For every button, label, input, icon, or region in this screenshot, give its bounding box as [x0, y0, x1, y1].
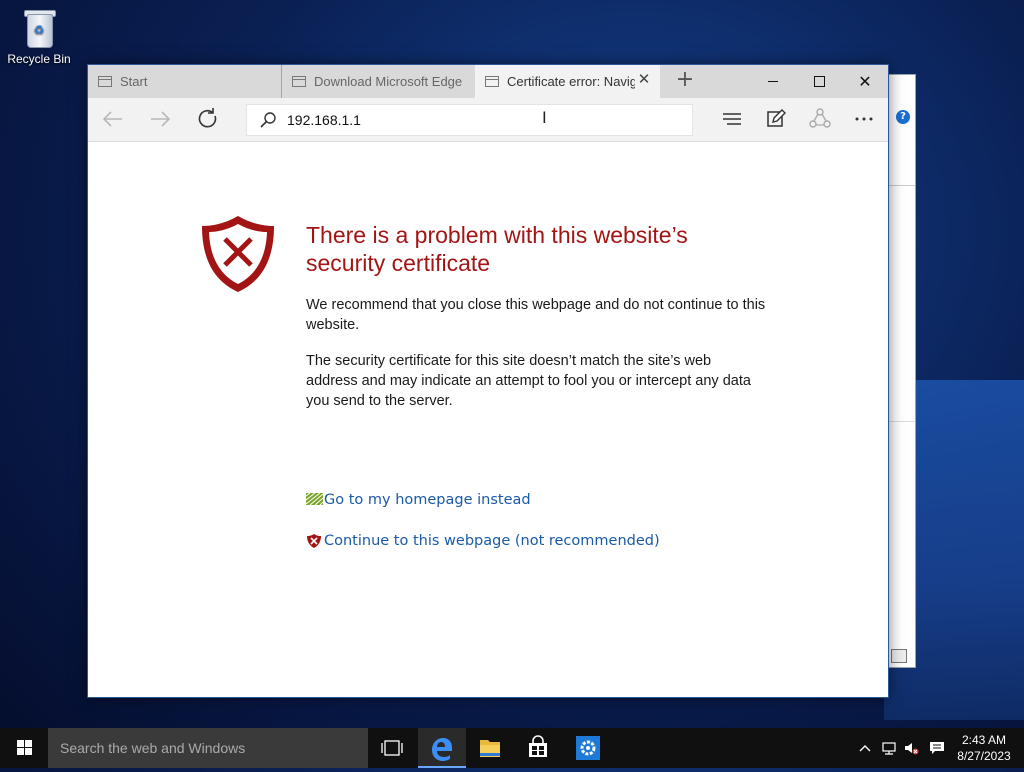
homepage-icon — [306, 493, 323, 506]
address-input[interactable] — [287, 109, 677, 131]
arrow-right-icon — [151, 111, 171, 127]
network-icon[interactable] — [881, 740, 897, 756]
chevron-up-icon[interactable] — [857, 740, 873, 756]
web-note-icon — [767, 109, 786, 127]
volume-muted-icon[interactable] — [903, 740, 919, 756]
page-content: There is a problem with this website’s s… — [88, 142, 888, 697]
page-icon — [485, 76, 499, 87]
small-shield-icon — [307, 534, 321, 548]
taskbar-search-box[interactable]: Search the web and Windows — [48, 728, 368, 768]
share-button[interactable] — [806, 105, 834, 133]
settings-taskbar-button[interactable] — [564, 728, 612, 768]
hub-button[interactable] — [718, 105, 746, 133]
arrow-left-icon — [102, 111, 122, 127]
action-center-icon[interactable] — [929, 740, 945, 756]
close-tab-icon[interactable]: ✕ — [636, 72, 652, 88]
help-icon[interactable]: ? — [896, 110, 910, 124]
search-icon — [260, 112, 276, 128]
edge-icon — [432, 738, 452, 761]
windows-logo-icon — [17, 740, 32, 755]
taskbar: Search the web and Windows 2:43 AM 8/27/… — [0, 728, 1024, 768]
tab-label: Start — [120, 74, 148, 89]
store-button[interactable] — [514, 728, 562, 768]
search-placeholder: Search the web and Windows — [60, 740, 246, 756]
new-tab-button[interactable]: + — [673, 69, 697, 93]
tab-label: Download Microsoft Edge — [314, 74, 463, 89]
continue-to-webpage-link[interactable]: Continue to this webpage (not recommende… — [306, 533, 660, 549]
error-heading: There is a problem with this website’s s… — [306, 222, 688, 276]
hub-icon — [723, 113, 741, 125]
continue-link-label: Continue to this webpage (not recommende… — [324, 533, 660, 549]
forward-button[interactable] — [145, 104, 175, 134]
page-icon — [98, 76, 112, 87]
recycle-bin-shortcut[interactable]: ♻ Recycle Bin — [6, 8, 72, 66]
clock-time: 2:43 AM — [961, 733, 1007, 747]
back-button[interactable] — [98, 104, 128, 134]
task-view-button[interactable] — [368, 728, 416, 768]
error-recommendation: We recommend that you close this webpage… — [306, 297, 766, 333]
edge-browser-window: Start Download Microsoft Edge Certificat… — [87, 64, 889, 698]
tab-start[interactable]: Start — [88, 65, 278, 98]
file-explorer-button[interactable] — [466, 728, 514, 768]
more-actions-button[interactable] — [850, 105, 878, 133]
start-button[interactable] — [0, 728, 48, 768]
maximize-button[interactable] — [796, 65, 842, 98]
tab-certificate-error[interactable]: Certificate error: Navigation blocked ✕ — [475, 65, 660, 98]
task-view-icon — [381, 740, 403, 756]
tab-bar: Start Download Microsoft Edge Certificat… — [88, 65, 888, 98]
error-details: The security certificate for this site d… — [306, 353, 751, 409]
homepage-link-label: Go to my homepage instead — [324, 492, 531, 508]
tab-download-edge[interactable]: Download Microsoft Edge — [281, 65, 475, 98]
recycle-bin-icon: ♻ — [22, 8, 56, 48]
address-bar[interactable]: I — [246, 104, 693, 136]
shield-error-icon — [202, 216, 274, 292]
gear-icon — [576, 736, 600, 760]
taskbar-clock[interactable]: 2:43 AM 8/27/2023 — [952, 732, 1016, 764]
page-icon — [292, 76, 306, 87]
clock-date: 8/27/2023 — [957, 749, 1011, 763]
edge-taskbar-button[interactable] — [418, 728, 466, 768]
recycle-bin-label: Recycle Bin — [7, 52, 71, 66]
share-icon — [809, 108, 831, 128]
tab-label: Certificate error: Navigation blocked — [507, 74, 635, 89]
window-icon — [891, 649, 907, 663]
error-message: There is a problem with this website’s s… — [306, 221, 766, 427]
web-note-button[interactable] — [762, 105, 790, 133]
ellipsis-icon — [855, 117, 873, 121]
navigation-bar: I — [88, 98, 888, 142]
folder-icon — [480, 740, 500, 757]
refresh-icon — [198, 108, 217, 128]
store-icon — [529, 735, 547, 757]
refresh-button[interactable] — [193, 104, 223, 134]
go-to-homepage-link[interactable]: Go to my homepage instead — [306, 492, 531, 508]
close-window-button[interactable]: ✕ — [842, 65, 888, 98]
minimize-button[interactable] — [750, 65, 796, 98]
text-cursor-icon: I — [542, 108, 547, 127]
